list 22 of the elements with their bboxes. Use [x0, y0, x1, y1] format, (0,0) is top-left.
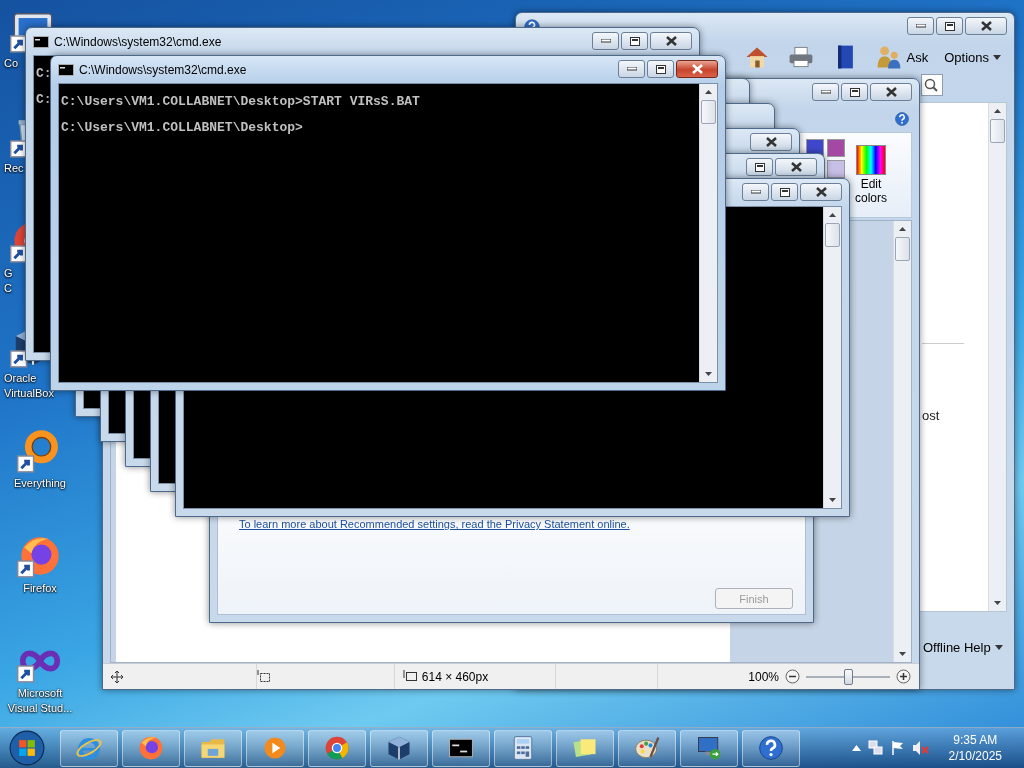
icon-label[interactable]: Rec: [4, 161, 24, 176]
zoom-level: 100%: [748, 669, 779, 684]
console-line: C:\Users\VM1.COLLABNET\Desktop>: [61, 120, 303, 135]
privacy-link[interactable]: To learn more about Recommended settings, read the Privacy Statement online.: [239, 518, 793, 530]
ask-button[interactable]: Ask: [872, 41, 931, 73]
icon-label[interactable]: Firefox: [23, 581, 57, 596]
console-line: C:: [36, 66, 52, 81]
offline-help-menu[interactable]: Offline Help: [921, 637, 1005, 657]
window-title: C:\Windows\system32\cmd.exe: [54, 34, 222, 49]
console-line: C:: [36, 92, 52, 107]
help-text: ost: [922, 408, 941, 423]
clock-time[interactable]: 9:35 AM: [953, 732, 998, 748]
icon-label[interactable]: Co: [4, 56, 19, 71]
clock-date[interactable]: 2/10/2025: [948, 748, 1002, 764]
edit-colors-button[interactable]: Edit colors: [853, 143, 889, 207]
icon-label[interactable]: Everything: [14, 476, 66, 491]
icon-label[interactable]: G C: [4, 266, 13, 296]
icon-label[interactable]: Oracle VirtualBox: [4, 371, 54, 401]
image-size: 614 × 460px: [421, 669, 489, 684]
console-line: C:\Users\VM1.COLLABNET\Desktop>START VIRsS.BAT: [61, 94, 420, 109]
window-title: C:\Windows\system32\cmd.exe: [79, 62, 247, 77]
options-menu[interactable]: Options: [942, 47, 1003, 67]
